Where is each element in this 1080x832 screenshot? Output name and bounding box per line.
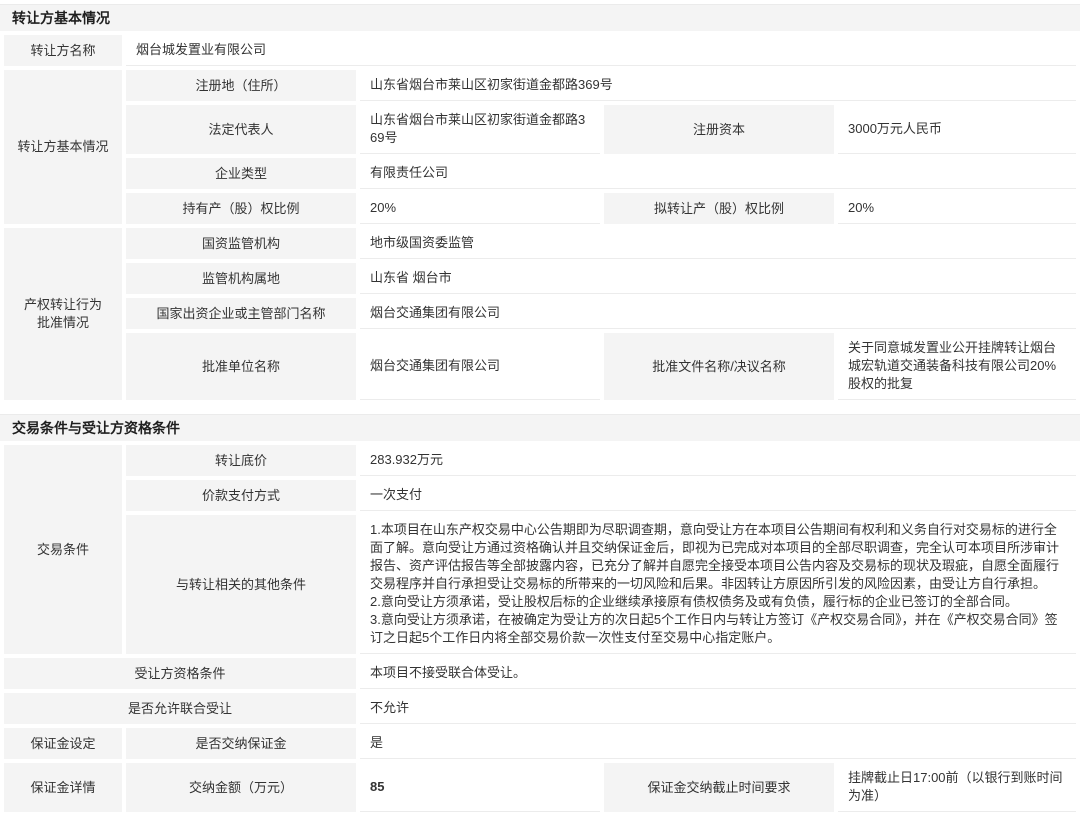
table-row: 转让方基本情况 注册地（住所） 山东省烟台市莱山区初家街道金都路369号 — [4, 70, 1076, 101]
approval-group-label: 产权转让行为 批准情况 — [4, 228, 122, 400]
company-type-label: 企业类型 — [126, 158, 356, 189]
deposit-amount-value: 85 — [360, 763, 600, 812]
table-row: 是否允许联合受让 不允许 — [4, 693, 1076, 724]
table-row: 受让方资格条件 本项目不接受联合体受让。 — [4, 658, 1076, 689]
section-header-transferor: 转让方基本情况 — [0, 4, 1080, 31]
floor-price-value: 283.932万元 — [360, 445, 1076, 476]
holding-ratio-label: 持有产（股）权比例 — [126, 193, 356, 224]
legal-representative-label: 法定代表人 — [126, 105, 356, 154]
table-row: 国家出资企业或主管部门名称 烟台交通集团有限公司 — [4, 298, 1076, 329]
transfer-ratio-label: 拟转让产（股）权比例 — [604, 193, 834, 224]
table-row: 转让方名称 烟台城发置业有限公司 — [4, 35, 1076, 66]
transferor-table: 转让方名称 烟台城发置业有限公司 转让方基本情况 注册地（住所） 山东省烟台市莱… — [0, 31, 1080, 404]
approval-unit-value: 烟台交通集团有限公司 — [360, 333, 600, 400]
table-row: 交易条件 转让底价 283.932万元 — [4, 445, 1076, 476]
registered-capital-value: 3000万元人民币 — [838, 105, 1076, 154]
trade-conditions-group-label: 交易条件 — [4, 445, 122, 654]
deposit-required-value: 是 — [360, 728, 1076, 759]
holding-ratio-value: 20% — [360, 193, 600, 224]
deposit-deadline-label: 保证金交纳截止时间要求 — [604, 763, 834, 812]
payment-method-label: 价款支付方式 — [126, 480, 356, 511]
legal-representative-value: 山东省烟台市莱山区初家街道金都路369号 — [360, 105, 600, 154]
table-row: 企业类型 有限责任公司 — [4, 158, 1076, 189]
table-row: 与转让相关的其他条件 1.本项目在山东产权交易中心公告期即为尽职调查期，意向受让… — [4, 515, 1076, 654]
table-row: 价款支付方式 一次支付 — [4, 480, 1076, 511]
transferee-qualification-value: 本项目不接受联合体受让。 — [360, 658, 1076, 689]
transferor-name-value: 烟台城发置业有限公司 — [126, 35, 1076, 66]
regulator-value: 地市级国资委监管 — [360, 228, 1076, 259]
approval-doc-label: 批准文件名称/决议名称 — [604, 333, 834, 400]
table-row: 监管机构属地 山东省 烟台市 — [4, 263, 1076, 294]
other-conditions-label: 与转让相关的其他条件 — [126, 515, 356, 654]
floor-price-label: 转让底价 — [126, 445, 356, 476]
transferor-name-label: 转让方名称 — [4, 35, 122, 66]
transferee-qualification-label: 受让方资格条件 — [4, 658, 356, 689]
table-row: 法定代表人 山东省烟台市莱山区初家街道金都路369号 注册资本 3000万元人民… — [4, 105, 1076, 154]
deposit-required-label: 是否交纳保证金 — [126, 728, 356, 759]
conditions-table: 交易条件 转让底价 283.932万元 价款支付方式 一次支付 与转让相关的其他… — [0, 441, 1080, 816]
state-enterprise-value: 烟台交通集团有限公司 — [360, 298, 1076, 329]
approval-doc-value: 关于同意城发置业公开挂牌转让烟台城宏轨道交通装备科技有限公司20%股权的批复 — [838, 333, 1076, 400]
other-conditions-value: 1.本项目在山东产权交易中心公告期即为尽职调查期，意向受让方在本项目公告期间有权… — [360, 515, 1076, 654]
deposit-deadline-value: 挂牌截止日17:00前（以银行到账时间为准） — [838, 763, 1076, 812]
table-row: 批准单位名称 烟台交通集团有限公司 批准文件名称/决议名称 关于同意城发置业公开… — [4, 333, 1076, 400]
section-header-conditions: 交易条件与受让方资格条件 — [0, 414, 1080, 441]
regulator-label: 国资监管机构 — [126, 228, 356, 259]
approval-unit-label: 批准单位名称 — [126, 333, 356, 400]
payment-method-value: 一次支付 — [360, 480, 1076, 511]
deposit-detail-group-label: 保证金详情 — [4, 763, 122, 812]
deposit-amount-label: 交纳金额（万元） — [126, 763, 356, 812]
table-row: 持有产（股）权比例 20% 拟转让产（股）权比例 20% — [4, 193, 1076, 224]
regulator-region-label: 监管机构属地 — [126, 263, 356, 294]
state-enterprise-label: 国家出资企业或主管部门名称 — [126, 298, 356, 329]
regulator-region-value: 山东省 烟台市 — [360, 263, 1076, 294]
basic-info-group-label: 转让方基本情况 — [4, 70, 122, 224]
registered-address-value: 山东省烟台市莱山区初家街道金都路369号 — [360, 70, 1076, 101]
registered-address-label: 注册地（住所） — [126, 70, 356, 101]
table-row: 保证金详情 交纳金额（万元） 85 保证金交纳截止时间要求 挂牌截止日17:00… — [4, 763, 1076, 812]
transfer-ratio-value: 20% — [838, 193, 1076, 224]
table-row: 产权转让行为 批准情况 国资监管机构 地市级国资委监管 — [4, 228, 1076, 259]
joint-transfer-value: 不允许 — [360, 693, 1076, 724]
registered-capital-label: 注册资本 — [604, 105, 834, 154]
joint-transfer-label: 是否允许联合受让 — [4, 693, 356, 724]
table-row: 保证金设定 是否交纳保证金 是 — [4, 728, 1076, 759]
listing-detail-page: 转让方基本情况 转让方名称 烟台城发置业有限公司 转让方基本情况 注册地（住所）… — [0, 0, 1080, 816]
company-type-value: 有限责任公司 — [360, 158, 1076, 189]
deposit-setting-group-label: 保证金设定 — [4, 728, 122, 759]
